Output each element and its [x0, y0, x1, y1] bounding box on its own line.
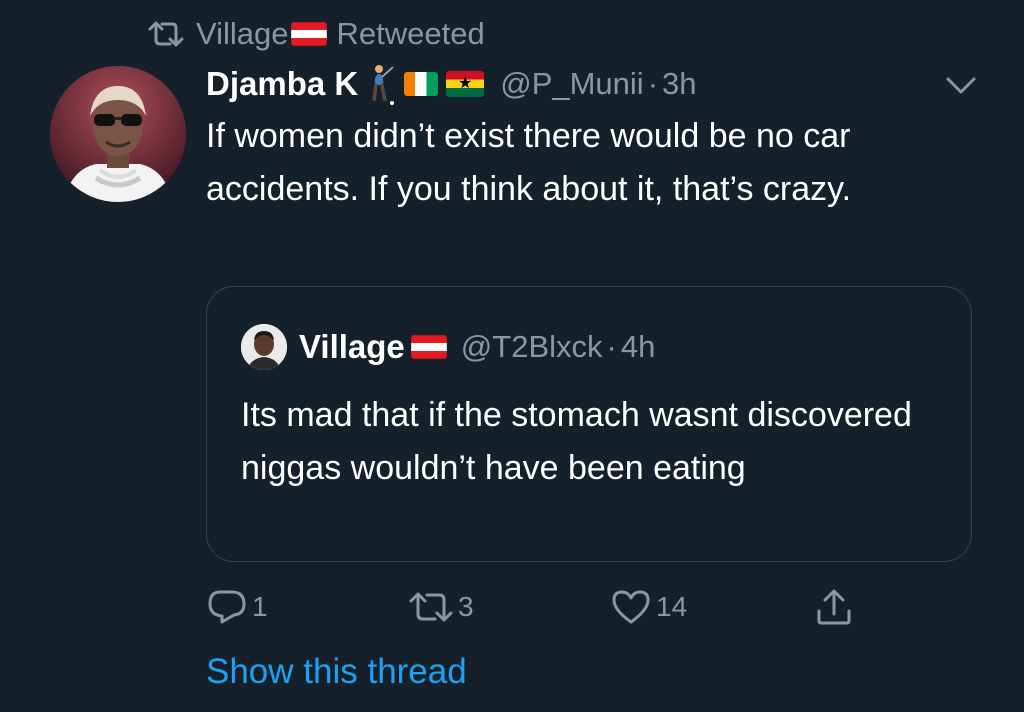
- quoted-tweet-header: Village @T2Blxck · 4h: [241, 324, 655, 370]
- quoted-tweet-timestamp[interactable]: 4h: [621, 329, 655, 365]
- author-handle[interactable]: @P_Munii: [500, 66, 643, 102]
- austria-flag-icon: [290, 22, 327, 46]
- more-options-chevron-icon[interactable]: [944, 72, 978, 98]
- retweet-context[interactable]: Village Retweeted: [146, 14, 485, 54]
- heart-icon: [610, 588, 652, 626]
- retweet-count: 3: [458, 591, 474, 622]
- ghana-flag-icon: ★: [446, 71, 485, 97]
- quoted-author-avatar[interactable]: [241, 324, 287, 370]
- reply-icon: [206, 588, 248, 626]
- retweeted-label: Retweeted: [336, 16, 485, 51]
- tweet-screen: Village Retweeted Djamba K ★ @P_Munii · …: [0, 0, 1024, 712]
- quoted-author-handle[interactable]: @T2Blxck: [461, 329, 603, 365]
- show-thread-link[interactable]: Show this thread: [206, 652, 467, 692]
- tweet-actions-bar: 1 3 14: [0, 582, 1024, 632]
- retweet-button[interactable]: 3: [408, 582, 474, 632]
- tweet-header: Djamba K ★ @P_Munii · 3h: [206, 60, 697, 108]
- author-avatar[interactable]: [50, 66, 186, 202]
- share-icon: [814, 587, 854, 627]
- retweet-icon: [146, 20, 186, 48]
- like-count: 14: [656, 591, 688, 622]
- austria-flag-icon: [410, 335, 447, 359]
- golfer-icon: [366, 63, 396, 105]
- reply-count: 1: [252, 591, 268, 622]
- author-display-name[interactable]: Djamba K: [206, 65, 358, 103]
- separator-dot: ·: [606, 329, 617, 364]
- like-button[interactable]: 14: [610, 582, 687, 632]
- quoted-tweet-card[interactable]: Village @T2Blxck · 4h Its mad that if th…: [206, 286, 972, 562]
- retweeter-name[interactable]: Village: [196, 16, 289, 52]
- share-button[interactable]: [814, 582, 854, 632]
- quoted-tweet-text: Its mad that if the stomach wasnt discov…: [241, 396, 912, 487]
- tweet-text: If women didn’t exist there would be no …: [206, 117, 852, 208]
- retweet-icon: [408, 590, 454, 624]
- separator-dot: ·: [647, 66, 659, 101]
- reply-button[interactable]: 1: [206, 582, 268, 632]
- tweet-timestamp[interactable]: 3h: [662, 66, 696, 102]
- ivory-coast-flag-icon: [404, 72, 439, 96]
- quoted-author-display-name[interactable]: Village: [299, 328, 405, 366]
